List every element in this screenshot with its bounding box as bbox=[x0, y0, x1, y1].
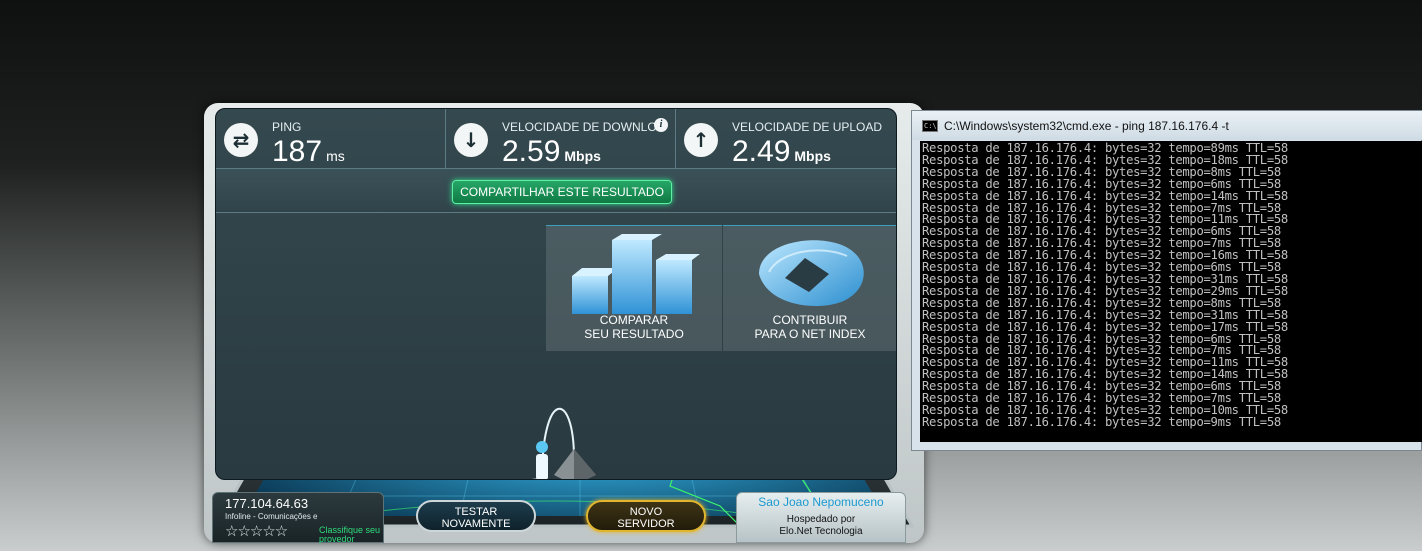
cmd-output-line: Resposta de 187.16.176.4: bytes=32 tempo… bbox=[922, 414, 1281, 429]
compare-result-card[interactable]: COMPARAR SEU RESULTADO bbox=[546, 225, 722, 351]
server-pyramid-icon bbox=[554, 449, 596, 479]
client-ip: 177.104.64.63 bbox=[225, 496, 309, 511]
speedtest-results-screen: ⇄ PING 187 ms ↓ VELOCIDADE DE DOWNLOAD i … bbox=[215, 108, 897, 480]
download-number: 2.59 bbox=[502, 135, 561, 168]
new-server-button[interactable]: NOVO SERVIDOR bbox=[586, 500, 706, 532]
upload-arrow-icon: ↑ bbox=[684, 123, 718, 157]
bar-chart-3d-icon bbox=[572, 234, 700, 314]
map-markers bbox=[531, 408, 596, 479]
upload-metric: ↑ VELOCIDADE DE UPLOAD 2.49 Mbps bbox=[676, 109, 896, 169]
info-icon[interactable]: i bbox=[654, 118, 668, 132]
test-again-button[interactable]: TESTAR NOVAMENTE bbox=[416, 500, 536, 532]
share-result-button[interactable]: COMPARTILHAR ESTE RESULTADO bbox=[452, 180, 672, 204]
download-label: VELOCIDADE DE DOWNLOAD bbox=[502, 120, 660, 134]
download-value: 2.59 Mbps bbox=[502, 135, 601, 169]
ping-number: 187 bbox=[272, 135, 323, 168]
cmd-title-bar[interactable]: C:\ C:\Windows\system32\cmd.exe - ping 1… bbox=[912, 111, 1422, 140]
ping-metric: ⇄ PING 187 ms bbox=[216, 109, 446, 168]
upload-value: 2.49 Mbps bbox=[732, 135, 831, 169]
download-metric: ↓ VELOCIDADE DE DOWNLOAD i 2.59 Mbps bbox=[446, 109, 676, 168]
speedtest-bottom-bar: 177.104.64.63 Infoline - Comunicações e … bbox=[204, 484, 924, 544]
ping-value: 187 ms bbox=[272, 135, 345, 169]
cmd-console-output[interactable]: Resposta de 187.16.176.4: bytes=32 tempo… bbox=[920, 141, 1422, 442]
download-unit: Mbps bbox=[564, 148, 601, 164]
cmd-window-title: C:\Windows\system32\cmd.exe - ping 187.1… bbox=[944, 119, 1229, 133]
ping-unit: ms bbox=[326, 148, 345, 164]
contribute-net-index-card[interactable]: CONTRIBUIR PARA O NET INDEX bbox=[723, 225, 896, 351]
net-index-icon bbox=[759, 240, 864, 307]
upload-number: 2.49 bbox=[732, 135, 791, 168]
new-server-line2: SERVIDOR bbox=[617, 518, 675, 530]
compare-line1: COMPARAR bbox=[599, 313, 669, 327]
contribute-line2: PARA O NET INDEX bbox=[754, 327, 866, 341]
contribute-line1: CONTRIBUIR bbox=[772, 313, 848, 327]
server-info-panel: Sao Joao Nepomuceno Hospedado por Elo.Ne… bbox=[736, 492, 906, 543]
map-view bbox=[216, 359, 896, 479]
rating-stars[interactable]: ☆☆☆☆☆ bbox=[225, 522, 288, 540]
cmd-app-icon: C:\ bbox=[922, 120, 938, 132]
new-server-line1: NOVO bbox=[629, 506, 663, 518]
server-hosted-by: Hospedado por bbox=[786, 514, 856, 525]
test-again-line2: NOVAMENTE bbox=[441, 518, 511, 530]
server-host: Elo.Net Tecnologia bbox=[779, 526, 863, 537]
share-bar: COMPARTILHAR ESTE RESULTADO bbox=[216, 168, 896, 213]
compare-line2: SEU RESULTADO bbox=[584, 327, 684, 341]
server-city: Sao Joao Nepomuceno bbox=[758, 495, 884, 509]
ping-label: PING bbox=[272, 120, 302, 134]
rate-provider-link[interactable]: Classifique seu provedor bbox=[319, 526, 383, 544]
contribute-caption: CONTRIBUIR PARA O NET INDEX bbox=[723, 313, 896, 341]
user-location-icon bbox=[531, 441, 549, 479]
upload-label: VELOCIDADE DE UPLOAD bbox=[732, 120, 883, 134]
upload-unit: Mbps bbox=[794, 148, 831, 164]
compare-caption: COMPARAR SEU RESULTADO bbox=[546, 313, 722, 341]
client-info-panel: 177.104.64.63 Infoline - Comunicações e … bbox=[212, 492, 384, 544]
download-arrow-icon: ↓ bbox=[454, 123, 488, 157]
client-isp: Infoline - Comunicações e bbox=[225, 512, 318, 521]
test-again-line1: TESTAR bbox=[454, 506, 498, 518]
ping-arrows-icon: ⇄ bbox=[224, 123, 258, 157]
cmd-window[interactable]: C:\ C:\Windows\system32\cmd.exe - ping 1… bbox=[911, 110, 1422, 451]
